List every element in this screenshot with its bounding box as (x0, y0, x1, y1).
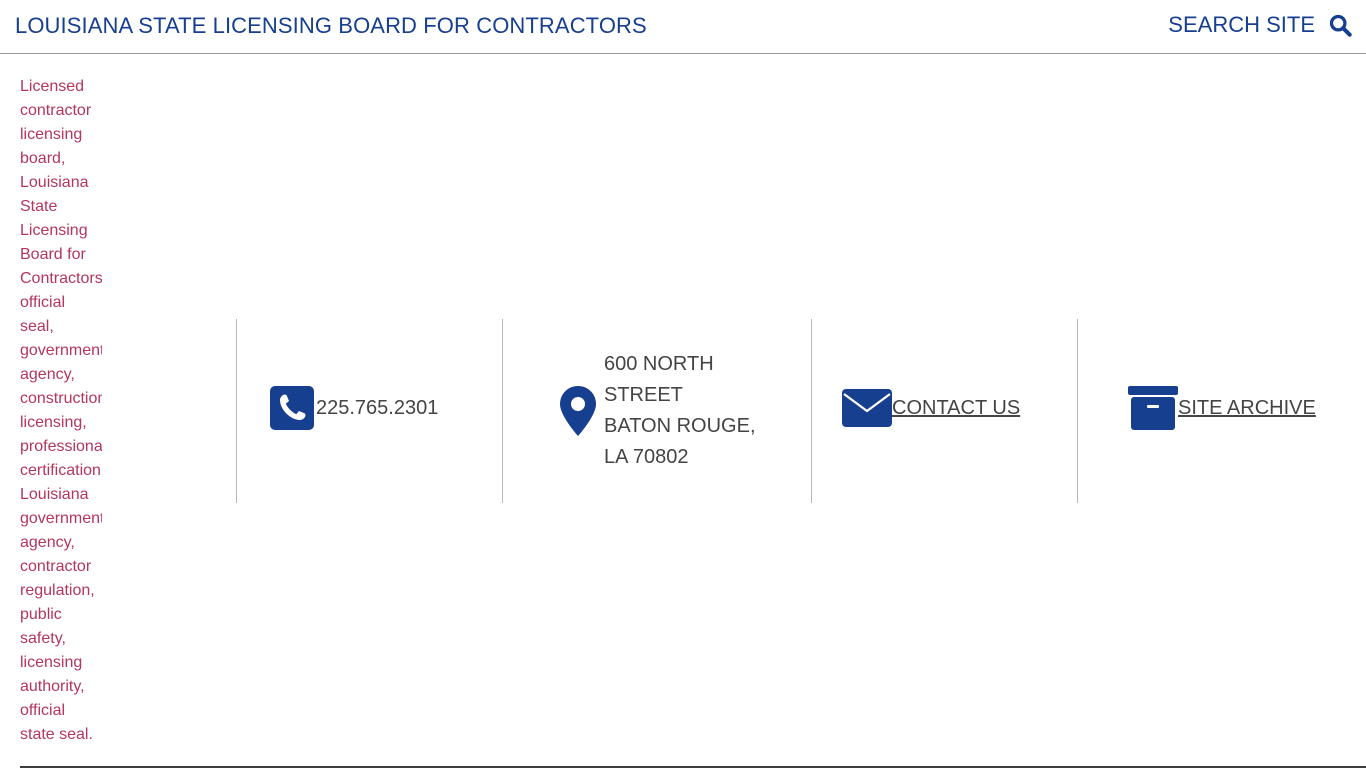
phone-contact[interactable]: 225.765.2301 (270, 386, 438, 430)
seal-alt-text-line: agency, (20, 366, 75, 383)
column-divider (811, 319, 812, 503)
seal-alt-text-line: state seal. (20, 726, 93, 743)
contact-us-link[interactable]: CONTACT US (842, 389, 1020, 427)
site-title-link[interactable]: LOUISIANA STATE LICENSING BOARD FOR CONT… (15, 13, 647, 39)
search-site-button[interactable]: SEARCH SITE (1168, 12, 1352, 38)
address-line-2: STREET (604, 384, 683, 406)
search-icon (1329, 14, 1352, 37)
seal-alt-text-line: official (20, 294, 66, 311)
address-line-4: LA 70802 (604, 446, 689, 468)
seal-alt-text-line: government (20, 510, 102, 527)
seal-alt-text-line: State (20, 198, 58, 215)
seal-alt-text-line: certification (20, 462, 101, 479)
seal-alt-text-line: official (20, 702, 66, 719)
address-line-1: 600 NORTH (604, 353, 714, 375)
column-divider (236, 319, 237, 503)
seal-alt-text-line: Licensing (20, 222, 88, 239)
seal-alt-text-line: Contractors (20, 270, 102, 287)
seal-alt-text-line: seal, (20, 318, 54, 335)
seal-alt-text-line: contractor (20, 558, 92, 575)
seal-alt-text-line: licensing (20, 126, 83, 143)
phone-number[interactable]: 225.765.2301 (316, 396, 438, 420)
seal-alt-text-line: Louisiana (20, 174, 89, 191)
seal-alt-text-line: public (20, 606, 62, 623)
archive-box-icon (1128, 386, 1178, 430)
seal-alt-text-line: construction (20, 390, 102, 407)
site-archive-label[interactable]: SITE ARCHIVE (1178, 396, 1316, 420)
contact-us-label[interactable]: CONTACT US (892, 396, 1020, 420)
seal-alt-text-line: government (20, 342, 102, 359)
envelope-icon (842, 389, 892, 427)
seal-alt-text-line: regulation, (20, 582, 95, 599)
seal-alt-text-line: licensing, (20, 414, 87, 431)
seal-alt-text-line: licensing (20, 654, 83, 671)
seal-alt-text-line: Board for (20, 246, 86, 263)
search-site-label: SEARCH SITE (1168, 12, 1315, 37)
site-header: LOUISIANA STATE LICENSING BOARD FOR CONT… (0, 0, 1366, 54)
seal-alt-text-line: Louisiana (20, 486, 89, 503)
seal-alt-text-line: safety, (20, 630, 66, 647)
seal-alt-text-line: contractor (20, 102, 92, 119)
map-marker-icon (559, 385, 597, 437)
column-divider (502, 319, 503, 503)
address-block: 600 NORTH STREET BATON ROUGE, LA 70802 (559, 349, 756, 473)
seal-alt-text-line: professional (20, 438, 102, 455)
seal-alt-text-line: Licensed (20, 78, 85, 95)
seal-alt-text-line: board, (20, 150, 66, 167)
site-archive-link[interactable]: SITE ARCHIVE (1128, 386, 1316, 430)
address-line-3: BATON ROUGE, (604, 415, 756, 437)
seal-alt-text-line: authority, (20, 678, 85, 695)
state-seal-image[interactable]: Licensed contractor licensing board, Louisia… (20, 75, 102, 747)
street-address: 600 NORTH STREET BATON ROUGE, LA 70802 (604, 349, 756, 473)
seal-alt-text-line: agency, (20, 534, 75, 551)
phone-icon (270, 386, 314, 430)
column-divider (1077, 319, 1078, 503)
